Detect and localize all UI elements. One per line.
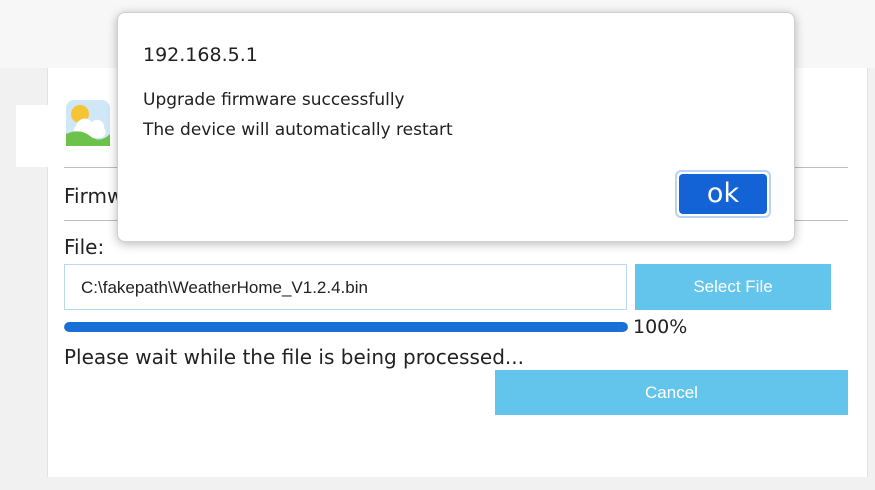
ok-button[interactable]: ok bbox=[675, 170, 771, 218]
file-path-input[interactable]: C:\fakepath\WeatherHome_V1.2.4.bin bbox=[64, 264, 627, 310]
weather-app-logo-icon bbox=[66, 100, 110, 146]
select-file-button[interactable]: Select File bbox=[635, 264, 831, 310]
alert-message-line2: The device will automatically restart bbox=[143, 120, 453, 140]
alert-origin: 192.168.5.1 bbox=[143, 44, 258, 66]
upload-progress-fill bbox=[64, 322, 628, 332]
ok-button-label: ok bbox=[679, 174, 767, 214]
file-label: File: bbox=[64, 235, 105, 259]
alert-message-line1: Upgrade firmware successfully bbox=[143, 90, 405, 110]
section-heading-firmware: Firmw bbox=[64, 184, 124, 208]
processing-status-text: Please wait while the file is being proc… bbox=[64, 345, 524, 369]
progress-percent-label: 100% bbox=[633, 316, 688, 338]
cancel-button[interactable]: Cancel bbox=[495, 370, 848, 415]
alert-dialog: 192.168.5.1 Upgrade firmware successfull… bbox=[117, 12, 795, 242]
upload-progress-bar bbox=[64, 322, 628, 332]
